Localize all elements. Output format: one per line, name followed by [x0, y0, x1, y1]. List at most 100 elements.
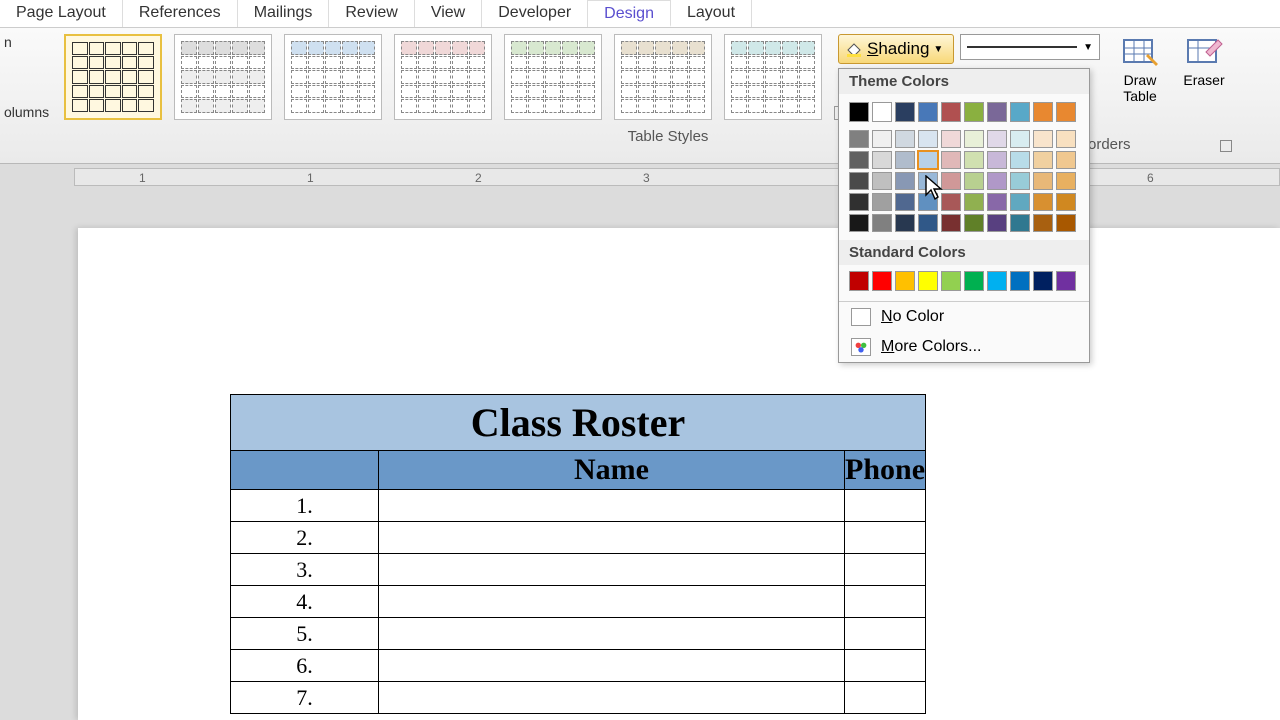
color-swatch[interactable] [1010, 130, 1030, 148]
color-swatch[interactable] [964, 193, 984, 211]
table-title-cell[interactable]: Class Roster [231, 395, 926, 451]
name-cell[interactable] [379, 682, 845, 714]
color-swatch[interactable] [987, 214, 1007, 232]
no-color-item[interactable]: No Color [839, 301, 1089, 332]
color-swatch[interactable] [872, 271, 892, 291]
shading-button[interactable]: Shading ▼ [838, 34, 954, 64]
horizontal-ruler[interactable]: 1 1 2 3 5 6 [74, 168, 1280, 186]
row-number-cell[interactable]: 4. [231, 586, 379, 618]
table-row[interactable]: 1. [231, 490, 926, 522]
document-page[interactable]: Class Roster Name Phone 1.2.3.4.5.6.7. [78, 228, 1280, 720]
color-swatch[interactable] [1010, 193, 1030, 211]
tab-view[interactable]: View [415, 0, 482, 27]
phone-cell[interactable] [845, 682, 926, 714]
color-swatch[interactable] [895, 172, 915, 190]
dialog-launcher-borders[interactable] [1220, 140, 1232, 152]
color-swatch[interactable] [964, 214, 984, 232]
table-row[interactable]: 3. [231, 554, 926, 586]
table-style-thumb-5[interactable] [504, 34, 602, 120]
table-style-thumb-3[interactable] [284, 34, 382, 120]
color-swatch[interactable] [1056, 130, 1076, 148]
border-line-style[interactable]: ▼ [960, 34, 1100, 60]
row-number-cell[interactable]: 5. [231, 618, 379, 650]
color-swatch[interactable] [895, 130, 915, 148]
table-header-phone[interactable]: Phone [845, 451, 926, 490]
color-swatch[interactable] [1010, 151, 1030, 169]
color-swatch[interactable] [987, 193, 1007, 211]
color-swatch[interactable] [1033, 172, 1053, 190]
color-swatch[interactable] [987, 151, 1007, 169]
color-swatch[interactable] [918, 151, 938, 169]
color-swatch[interactable] [1033, 102, 1053, 122]
color-swatch[interactable] [964, 102, 984, 122]
row-number-cell[interactable]: 7. [231, 682, 379, 714]
color-swatch[interactable] [941, 271, 961, 291]
color-swatch[interactable] [964, 151, 984, 169]
color-swatch[interactable] [1033, 193, 1053, 211]
color-swatch[interactable] [895, 151, 915, 169]
table-style-thumb-2[interactable] [174, 34, 272, 120]
name-cell[interactable] [379, 618, 845, 650]
phone-cell[interactable] [845, 650, 926, 682]
color-swatch[interactable] [872, 214, 892, 232]
color-swatch[interactable] [849, 130, 869, 148]
color-swatch[interactable] [987, 130, 1007, 148]
color-swatch[interactable] [941, 214, 961, 232]
row-number-cell[interactable]: 1. [231, 490, 379, 522]
phone-cell[interactable] [845, 554, 926, 586]
table-row[interactable]: 7. [231, 682, 926, 714]
color-swatch[interactable] [1010, 102, 1030, 122]
phone-cell[interactable] [845, 586, 926, 618]
color-swatch[interactable] [1056, 151, 1076, 169]
color-swatch[interactable] [941, 130, 961, 148]
color-swatch[interactable] [1056, 271, 1076, 291]
color-swatch[interactable] [941, 151, 961, 169]
table-row[interactable]: 4. [231, 586, 926, 618]
color-swatch[interactable] [918, 271, 938, 291]
row-number-cell[interactable]: 6. [231, 650, 379, 682]
tab-design[interactable]: Design [588, 0, 671, 27]
table-style-thumb-6[interactable] [614, 34, 712, 120]
class-roster-table[interactable]: Class Roster Name Phone 1.2.3.4.5.6.7. [230, 394, 926, 714]
more-colors-item[interactable]: More Colors... [839, 332, 1089, 362]
color-swatch[interactable] [1010, 271, 1030, 291]
color-swatch[interactable] [849, 193, 869, 211]
name-cell[interactable] [379, 522, 845, 554]
color-swatch[interactable] [849, 172, 869, 190]
color-swatch[interactable] [895, 214, 915, 232]
color-swatch[interactable] [987, 102, 1007, 122]
row-number-cell[interactable]: 2. [231, 522, 379, 554]
name-cell[interactable] [379, 490, 845, 522]
color-swatch[interactable] [964, 130, 984, 148]
color-swatch[interactable] [849, 151, 869, 169]
color-swatch[interactable] [1010, 172, 1030, 190]
table-header-number[interactable] [231, 451, 379, 490]
color-swatch[interactable] [1056, 214, 1076, 232]
tab-developer[interactable]: Developer [482, 0, 588, 27]
name-cell[interactable] [379, 650, 845, 682]
tab-references[interactable]: References [123, 0, 238, 27]
color-swatch[interactable] [1056, 193, 1076, 211]
color-swatch[interactable] [849, 102, 869, 122]
table-row[interactable]: 5. [231, 618, 926, 650]
color-swatch[interactable] [941, 102, 961, 122]
table-header-name[interactable]: Name [379, 451, 845, 490]
color-swatch[interactable] [1033, 130, 1053, 148]
table-style-thumb-7[interactable] [724, 34, 822, 120]
color-swatch[interactable] [918, 102, 938, 122]
color-swatch[interactable] [872, 172, 892, 190]
color-swatch[interactable] [872, 102, 892, 122]
phone-cell[interactable] [845, 490, 926, 522]
name-cell[interactable] [379, 554, 845, 586]
color-swatch[interactable] [1033, 214, 1053, 232]
tab-page-layout[interactable]: Page Layout [0, 0, 123, 27]
color-swatch[interactable] [1056, 172, 1076, 190]
row-number-cell[interactable]: 3. [231, 554, 379, 586]
table-row[interactable]: 6. [231, 650, 926, 682]
table-style-thumb-4[interactable] [394, 34, 492, 120]
color-swatch[interactable] [964, 271, 984, 291]
phone-cell[interactable] [845, 522, 926, 554]
eraser-button[interactable]: Eraser [1176, 34, 1232, 88]
color-swatch[interactable] [849, 271, 869, 291]
tab-mailings[interactable]: Mailings [238, 0, 330, 27]
